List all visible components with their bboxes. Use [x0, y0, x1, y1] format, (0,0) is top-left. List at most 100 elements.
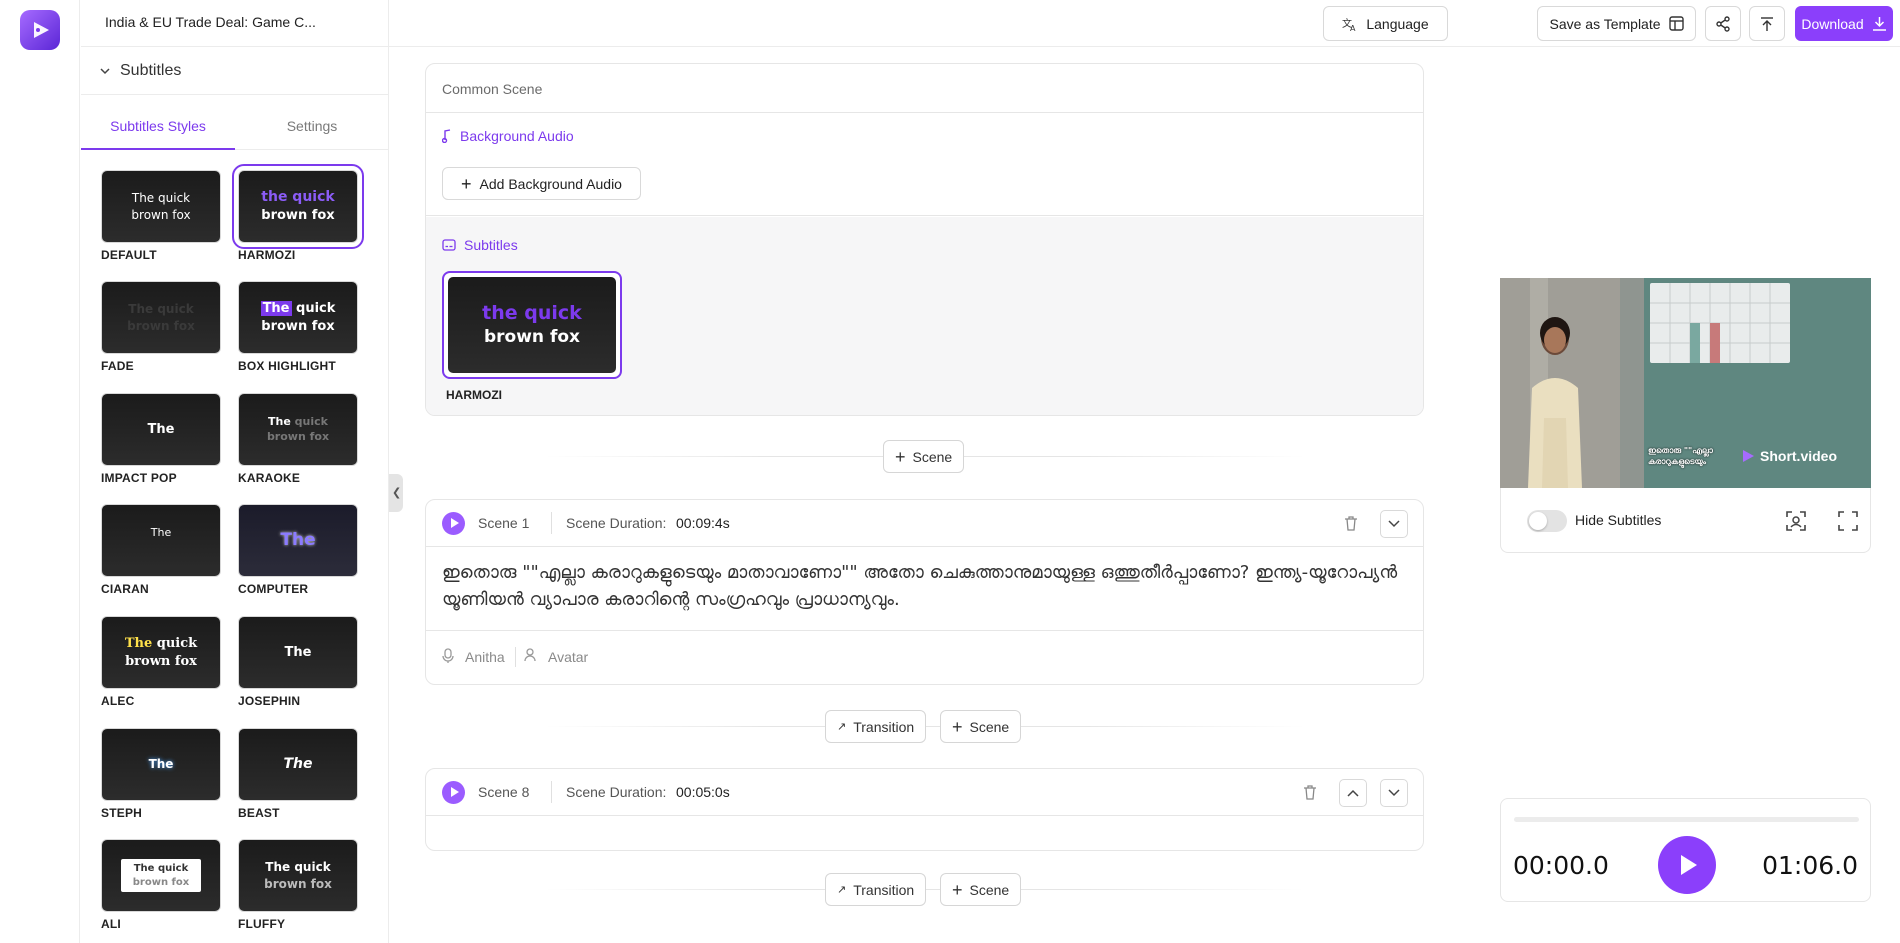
- style-card-default[interactable]: The quick brown fox DEFAULT: [101, 170, 221, 262]
- export-icon: [1761, 16, 1773, 31]
- collapse-sidebar-handle[interactable]: ❮: [389, 474, 403, 512]
- subtitles-icon: [442, 239, 456, 251]
- add-transition-button[interactable]: ↗ Transition: [825, 873, 927, 906]
- download-icon: [1872, 17, 1886, 31]
- add-background-audio-button[interactable]: + Add Background Audio: [442, 167, 641, 200]
- style-preview: The: [101, 728, 221, 801]
- plus-icon: +: [952, 879, 963, 900]
- style-card-alec[interactable]: The quick brown fox ALEC: [101, 616, 221, 708]
- download-button[interactable]: Download: [1795, 6, 1893, 41]
- style-preview: The: [238, 728, 358, 801]
- voice-name[interactable]: Anitha: [465, 649, 505, 665]
- scene-duration[interactable]: 00:05:0s: [676, 784, 730, 800]
- style-preview: The quick brown fox: [238, 281, 358, 354]
- scene-duration-label: Scene Duration:: [566, 515, 667, 531]
- plus-icon: +: [952, 716, 963, 737]
- preview-text: quick: [290, 414, 328, 428]
- style-card-beast[interactable]: The BEAST: [238, 728, 358, 820]
- preview-text: The quick: [265, 860, 331, 875]
- save-as-template-button[interactable]: Save as Template: [1537, 6, 1696, 41]
- common-scene-panel: Common Scene Background Audio + Add Back…: [425, 63, 1424, 416]
- export-button[interactable]: [1749, 6, 1785, 41]
- style-name: IMPACT POP: [101, 471, 177, 485]
- scene-script-text[interactable]: ഇതൊരു ""എല്ലാ കരാറുകളുടെയും മാതാവാണോ"" അ…: [426, 547, 1423, 631]
- total-time: 01:06.0: [1762, 851, 1858, 880]
- add-scene-label: Scene: [969, 718, 1010, 735]
- preview-text: brown fox: [484, 327, 580, 348]
- trash-icon[interactable]: [1303, 785, 1317, 800]
- divider: [551, 781, 552, 803]
- style-card-fluffy[interactable]: The quick brown fox FLUFFY: [238, 839, 358, 931]
- style-preview: The quick brown fox: [101, 170, 221, 243]
- play-icon[interactable]: [442, 512, 465, 535]
- preview-text: The: [280, 530, 316, 551]
- style-card-steph[interactable]: The STEPH: [101, 728, 221, 820]
- style-preview: the quick brown fox: [448, 277, 616, 373]
- style-card-josephin[interactable]: The JOSEPHIN: [238, 616, 358, 708]
- avatar-label[interactable]: Avatar: [548, 649, 588, 665]
- subtitles-section-header[interactable]: Subtitles: [81, 47, 388, 95]
- trash-icon[interactable]: [1344, 516, 1358, 531]
- style-card-impact-pop[interactable]: The IMPACT POP: [101, 393, 221, 485]
- scene-card-8: Scene 8 Scene Duration: 00:05:0s: [425, 768, 1424, 851]
- add-background-audio-label: Add Background Audio: [479, 175, 622, 192]
- collapse-scene-button[interactable]: [1380, 510, 1408, 538]
- playback-controls: 00:00.0 01:06.0: [1500, 798, 1871, 902]
- focus-icon[interactable]: [1786, 511, 1806, 531]
- music-note-icon: [442, 129, 451, 143]
- preview-text: quick: [152, 635, 198, 651]
- preview-text: the quick: [261, 189, 335, 206]
- style-card-karaoke[interactable]: The quick brown fox KARAOKE: [238, 393, 358, 485]
- hide-subtitles-toggle[interactable]: [1527, 510, 1567, 532]
- project-title[interactable]: India & EU Trade Deal: Game C...: [105, 14, 316, 30]
- style-preview: The quick brown fox: [101, 281, 221, 354]
- add-transition-button[interactable]: ↗ Transition: [825, 710, 927, 743]
- caption-line: ഇതൊരു ""എല്ലാ: [1648, 446, 1713, 455]
- background-audio-heading: Background Audio: [442, 128, 574, 144]
- share-button[interactable]: [1705, 6, 1741, 41]
- preview-text: quick: [291, 300, 336, 316]
- subtitles-sidebar: India & EU Trade Deal: Game C... Subtitl…: [81, 0, 389, 943]
- add-scene-button[interactable]: + Scene: [883, 440, 965, 473]
- style-name: STEPH: [101, 806, 143, 820]
- tab-settings[interactable]: Settings: [235, 106, 388, 150]
- save-template-label: Save as Template: [1549, 15, 1661, 32]
- add-scene-button[interactable]: + Scene: [940, 873, 1022, 906]
- template-icon: [1668, 16, 1684, 31]
- divider: [515, 647, 516, 667]
- style-name: FLUFFY: [238, 917, 286, 931]
- play-icon[interactable]: [442, 781, 465, 804]
- style-name: FADE: [101, 359, 134, 373]
- common-subtitles-section: Subtitles the quick brown fox HARMOZI: [426, 217, 1423, 415]
- app-rail: [0, 0, 80, 943]
- preview-highlight: The: [260, 300, 292, 316]
- selected-subtitle-style-card[interactable]: the quick brown fox: [442, 271, 622, 379]
- collapse-scene-button[interactable]: [1380, 779, 1408, 807]
- language-button[interactable]: 文A Language: [1323, 6, 1448, 41]
- preview-text: brown fox: [266, 429, 330, 443]
- scene-header: Scene 8 Scene Duration: 00:05:0s: [426, 769, 1423, 816]
- timeline-progress[interactable]: [1514, 817, 1859, 822]
- tab-subtitles-styles[interactable]: Subtitles Styles: [81, 106, 235, 150]
- preview-text: The: [147, 421, 175, 437]
- logo-icon[interactable]: [20, 10, 60, 50]
- style-card-ali[interactable]: The quick brown fox ALI: [101, 839, 221, 931]
- move-scene-up-button[interactable]: [1339, 779, 1367, 807]
- style-card-computer[interactable]: The COMPUTER: [238, 504, 358, 596]
- add-scene-button[interactable]: + Scene: [940, 710, 1022, 743]
- hide-subtitles-label: Hide Subtitles: [1575, 512, 1662, 528]
- scene-duration[interactable]: 00:09:4s: [676, 515, 730, 531]
- preview-text: brown fox: [264, 876, 332, 891]
- play-icon[interactable]: [1658, 836, 1716, 894]
- fullscreen-icon[interactable]: [1838, 511, 1858, 531]
- chevron-down-icon: [1388, 520, 1400, 528]
- caption-line: കരാറുകളുടെയും: [1648, 457, 1706, 466]
- style-card-ciaran[interactable]: The CIARAN: [101, 504, 221, 596]
- style-card-box-highlight[interactable]: The quick brown fox BOX HIGHLIGHT: [238, 281, 358, 373]
- plus-icon: +: [895, 446, 906, 467]
- style-preview: The quick brown fox: [238, 393, 358, 466]
- style-card-fade[interactable]: The quick brown fox FADE: [101, 281, 221, 373]
- style-card-harmozi[interactable]: the quick brown fox HARMOZI: [232, 164, 364, 262]
- video-preview[interactable]: ഇതൊരു ""എല്ലാ കരാറുകളുടെയും Short.video: [1500, 278, 1871, 488]
- style-preview: The: [101, 504, 221, 577]
